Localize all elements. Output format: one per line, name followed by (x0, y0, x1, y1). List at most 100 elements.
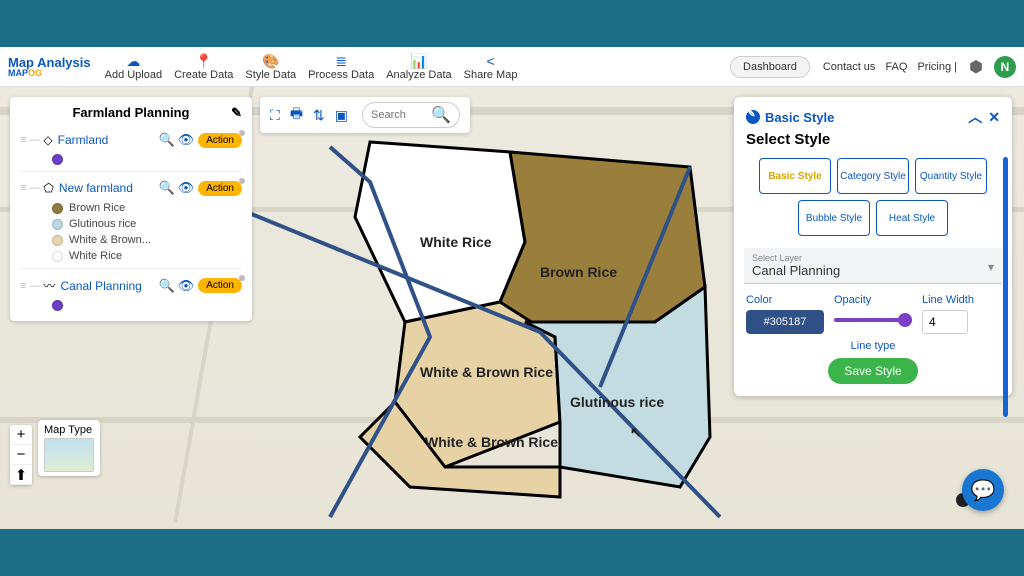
linetype-label: Line type (746, 340, 1000, 352)
package-icon[interactable]: ⬢ (966, 57, 986, 77)
swatch-dot (52, 154, 63, 165)
nav-style-label: Style Data (245, 69, 296, 81)
faq-link[interactable]: FAQ (885, 61, 907, 73)
swatch-label: White Rice (69, 250, 122, 262)
tile-heat-style[interactable]: Heat Style (876, 200, 948, 236)
comment-icon[interactable]: ▣ (335, 107, 348, 124)
user-avatar[interactable]: N (994, 56, 1016, 78)
swatch-label: Glutinous rice (69, 218, 136, 230)
north-button[interactable]: ⬆ (10, 465, 32, 485)
style-panel: Basic Style ︿ ✕ Select Style Basic Style… (734, 97, 1012, 396)
layer-name[interactable]: New farmland (59, 181, 156, 195)
nav-upload[interactable]: ☁Add Upload (105, 53, 163, 81)
linewidth-input[interactable] (922, 310, 968, 334)
opacity-slider[interactable] (834, 310, 912, 330)
nav-create[interactable]: 📍Create Data (174, 53, 233, 81)
chart-icon: 📊 (410, 53, 427, 69)
zoom-to-icon[interactable]: 🔍 (159, 132, 175, 148)
zoom-control: + − ⬆ (10, 425, 32, 485)
contact-link[interactable]: Contact us (823, 61, 876, 73)
tile-quantity-style[interactable]: Quantity Style (915, 158, 987, 194)
nav-share-label: Share Map (464, 69, 518, 81)
swatch-row: Brown Rice (20, 200, 242, 216)
label-brown-rice: Brown Rice (540, 264, 617, 280)
swatch-dot (52, 219, 63, 230)
swatch-label: White & Brown... (69, 234, 151, 246)
layer-row-new-farmland[interactable]: ≡— ⬠ New farmland 🔍 👁 Action (20, 176, 242, 200)
visibility-icon[interactable]: 👁 (178, 132, 195, 148)
region-brown-rice[interactable] (500, 152, 705, 322)
layer-action-button[interactable]: Action (198, 278, 242, 293)
drag-icon[interactable]: ≡ (20, 134, 26, 146)
swatch-dot (52, 251, 63, 262)
style-tiles: Basic Style Category Style Quantity Styl… (746, 158, 1000, 236)
slider-knob[interactable] (898, 313, 912, 327)
label-white-rice: White Rice (420, 234, 492, 250)
basemap-label: Map Type (44, 424, 94, 436)
layers-panel: Farmland Planning ✎ ≡— ◇ Farmland 🔍 👁 Act… (10, 97, 252, 321)
visibility-icon[interactable]: 👁 (178, 180, 195, 196)
basemap-switcher[interactable]: Map Type (38, 420, 100, 476)
zoom-out-button[interactable]: − (10, 445, 32, 465)
nav-share[interactable]: <Share Map (464, 53, 518, 81)
close-icon[interactable]: ✕ (988, 109, 1000, 126)
collapse-icon[interactable]: ︿ (968, 107, 982, 127)
map-toolbar: ⛶ 🖶 ⇅ ▣ 🔍 (260, 97, 470, 133)
layer-name[interactable]: Farmland (58, 133, 156, 147)
map-search[interactable]: 🔍 (362, 102, 460, 128)
opacity-label: Opacity (834, 294, 912, 306)
fullscreen-icon[interactable]: ⛶ (270, 107, 280, 124)
edit-title-icon[interactable]: ✎ (231, 105, 242, 121)
nav-upload-label: Add Upload (105, 69, 163, 81)
nav-process[interactable]: ≣Process Data (308, 53, 374, 81)
nav-process-label: Process Data (308, 69, 374, 81)
palette-icon: 🎨 (262, 53, 279, 69)
cloud-upload-icon: ☁ (126, 53, 140, 69)
panel-scrollbar[interactable] (1003, 157, 1008, 417)
basemap-thumb[interactable] (44, 438, 94, 472)
tile-category-style[interactable]: Category Style (837, 158, 909, 194)
polygon-type-icon: ⬠ (43, 181, 53, 195)
swatch-row: Glutinous rice (20, 216, 242, 232)
search-input[interactable] (371, 109, 431, 121)
tile-bubble-style[interactable]: Bubble Style (798, 200, 870, 236)
dashboard-button[interactable]: Dashboard (730, 56, 810, 78)
pricing-link[interactable]: Pricing | (917, 61, 957, 73)
layer-select-label: Select Layer (752, 253, 994, 263)
chat-fab[interactable]: 💬 (962, 469, 1004, 511)
layer-action-button[interactable]: Action (198, 133, 242, 148)
nav-analyze[interactable]: 📊Analyze Data (386, 53, 451, 81)
label-wb2: White & Brown Rice (425, 434, 558, 450)
swatch-dot (52, 203, 63, 214)
swatch-row (20, 298, 242, 313)
drag-icon[interactable]: ≡ (20, 182, 26, 194)
print-icon[interactable]: 🖶 (290, 103, 303, 127)
zoom-to-icon[interactable]: 🔍 (159, 180, 175, 196)
tile-basic-style[interactable]: Basic Style (759, 158, 831, 194)
layer-row-farmland[interactable]: ≡— ◇ Farmland 🔍 👁 Action (20, 128, 242, 152)
measure-icon[interactable]: ⇅ (313, 107, 325, 124)
nav-style[interactable]: 🎨Style Data (245, 53, 296, 81)
layer-name[interactable]: Canal Planning (60, 279, 155, 293)
visibility-icon[interactable]: 👁 (178, 278, 195, 294)
style-panel-icon (746, 110, 760, 124)
brand-line2a: MAP (8, 68, 28, 78)
layer-action-button[interactable]: Action (198, 181, 242, 196)
swatch-row: White & Brown... (20, 232, 242, 248)
drag-icon[interactable]: ≡ (20, 280, 26, 292)
top-toolbar: Map Analysis MAPOG ☁Add Upload 📍Create D… (0, 47, 1024, 87)
share-icon: < (486, 53, 494, 69)
cursor-icon: ↖ (630, 424, 642, 440)
swatch-dot (52, 300, 63, 311)
swatch-label: Brown Rice (69, 202, 125, 214)
zoom-to-icon[interactable]: 🔍 (159, 278, 175, 294)
region-white-rice[interactable] (355, 142, 525, 322)
layer-row-canal[interactable]: ≡— 〰 Canal Planning 🔍 👁 Action (20, 273, 242, 298)
search-icon[interactable]: 🔍 (431, 105, 451, 125)
layers-title: Farmland Planning (72, 105, 189, 120)
color-swatch[interactable]: #305187 (746, 310, 824, 334)
layer-select[interactable]: Select Layer Canal Planning ▾ (744, 248, 1002, 284)
zoom-in-button[interactable]: + (10, 425, 32, 445)
color-label: Color (746, 294, 824, 306)
save-style-button[interactable]: Save Style (828, 358, 917, 384)
